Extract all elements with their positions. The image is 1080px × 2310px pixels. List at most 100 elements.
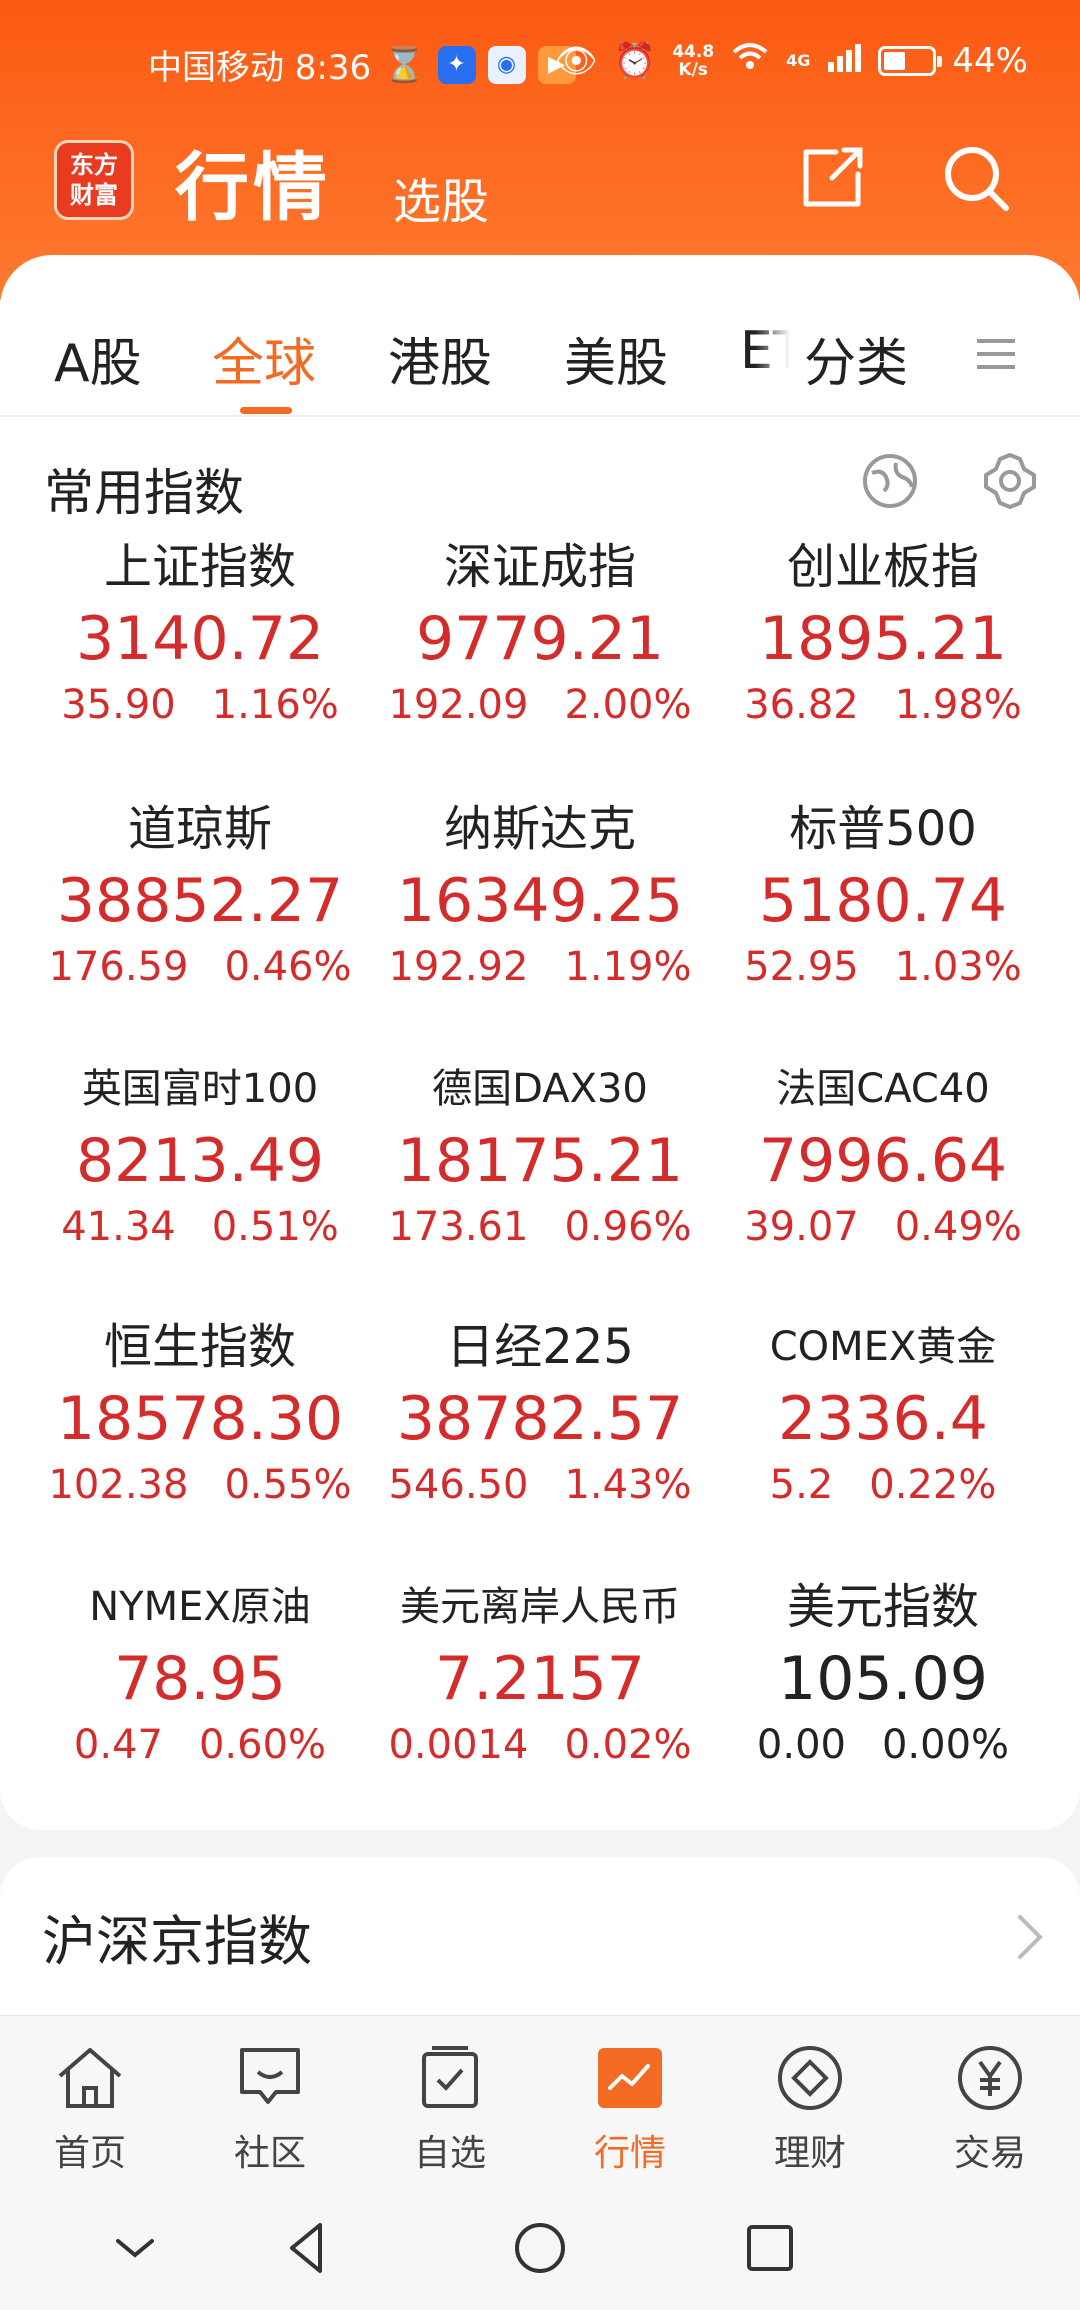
search-icon[interactable] [940, 142, 1012, 214]
back-icon[interactable] [272, 2213, 342, 2283]
index-cell[interactable]: NYMEX原油 78.95 0.47 0.60% [30, 1575, 370, 1815]
index-change: 35.90 [61, 682, 176, 728]
index-name: 英国富时100 [81, 1066, 319, 1112]
index-change-percent: 2.00% [564, 682, 692, 728]
index-cell[interactable]: 美元指数 105.09 0.00 0.00% [713, 1575, 1053, 1815]
index-change-row: 546.50 1.43% [370, 1459, 710, 1511]
index-change: 0.47 [73, 1722, 163, 1768]
index-price: 38782.57 [396, 1384, 684, 1454]
nav-home[interactable]: 首页 [0, 2038, 180, 2188]
index-price: 3140.72 [75, 604, 325, 674]
nav-community-label: 社区 [233, 2133, 306, 2174]
index-cell[interactable]: 上证指数 3140.72 35.90 1.16% [30, 535, 370, 775]
index-change: 176.59 [48, 944, 189, 990]
index-cell[interactable]: 日经225 38782.57 546.50 1.43% [370, 1315, 710, 1555]
index-cell[interactable]: COMEX黄金 2336.4 5.2 0.22% [713, 1315, 1053, 1555]
index-price: 8213.49 [75, 1126, 325, 1196]
index-price: 105.09 [778, 1644, 988, 1714]
watchlist-icon [422, 2046, 478, 2108]
nav-wealth[interactable]: 理财 [720, 2038, 900, 2188]
index-change-row: 36.82 1.98% [713, 679, 1053, 731]
index-change-row: 192.92 1.19% [370, 941, 710, 993]
hs-indices-section[interactable]: 沪深京指数 [0, 1857, 1080, 2017]
system-navigation-bar [0, 2193, 1080, 2310]
index-change-percent: 1.19% [564, 944, 692, 990]
index-cell[interactable]: 道琼斯 38852.27 176.59 0.46% [30, 797, 370, 1037]
tab-scroll-fade [755, 305, 805, 395]
status-bar: 中国移动 8:36 ⌛ ✦ ◉ ▶ 👁 ⏰ 44.8 K/s 4G 44% [0, 38, 1080, 89]
index-price: 18175.21 [396, 1126, 684, 1196]
index-change: 5.2 [769, 1462, 834, 1508]
globe-icon[interactable] [860, 451, 920, 511]
alarm-icon: ⏰ [613, 40, 657, 81]
index-price: 78.95 [114, 1644, 286, 1714]
index-change: 192.09 [388, 682, 529, 728]
index-name: 创业板指 [786, 539, 979, 595]
eye-icon: 👁 [554, 40, 598, 81]
index-cell[interactable]: 法国CAC40 7996.64 39.07 0.49% [713, 1057, 1053, 1297]
index-change-percent: 0.00% [881, 1722, 1010, 1768]
tab-a-shares[interactable]: A股 [54, 321, 142, 396]
tab-us-shares[interactable]: 美股 [564, 321, 668, 396]
nav-trade[interactable]: 交易 [900, 2038, 1080, 2188]
chevron-down-icon[interactable] [100, 2213, 170, 2283]
index-change-percent: 0.96% [564, 1204, 692, 1250]
index-cell[interactable]: 创业板指 1895.21 36.82 1.98% [713, 535, 1053, 775]
nav-community[interactable]: 社区 [180, 2038, 360, 2188]
menu-icon[interactable] [975, 333, 1017, 375]
index-cell[interactable]: 美元离岸人民币 7.2157 0.0014 0.02% [370, 1575, 710, 1815]
index-cell[interactable]: 纳斯达克 16349.25 192.92 1.19% [370, 797, 710, 1037]
index-name: 美元离岸人民币 [400, 1584, 680, 1630]
index-cell[interactable]: 深证成指 9779.21 192.09 2.00% [370, 535, 710, 775]
app-logo[interactable]: 东方 财富 [54, 140, 134, 220]
index-change-row: 0.00 0.00% [713, 1719, 1053, 1771]
index-name: 法国CAC40 [776, 1066, 990, 1112]
logo-line-2: 财富 [70, 181, 118, 209]
index-price: 2336.4 [778, 1384, 988, 1454]
chevron-right-icon [1018, 1915, 1043, 1959]
gear-icon[interactable] [980, 451, 1040, 511]
index-change-row: 176.59 0.46% [30, 941, 370, 993]
recents-icon[interactable] [735, 2213, 805, 2283]
index-price: 7996.64 [758, 1126, 1008, 1196]
section-title: 常用指数 [44, 464, 244, 522]
page-title[interactable]: 行情 [175, 128, 331, 235]
stock-picker-link[interactable]: 选股 [393, 162, 489, 232]
nav-home-label: 首页 [53, 2133, 126, 2174]
index-change: 546.50 [388, 1462, 529, 1508]
index-name: 德国DAX30 [432, 1066, 648, 1112]
active-tab-indicator [240, 407, 292, 414]
index-price: 9779.21 [415, 604, 665, 674]
tab-category[interactable]: 分类 [804, 321, 908, 396]
share-icon[interactable] [796, 142, 868, 214]
index-change-row: 39.07 0.49% [713, 1201, 1053, 1253]
tab-global[interactable]: 全球 [212, 321, 316, 396]
home-circle-icon[interactable] [505, 2213, 575, 2283]
index-change-row: 0.0014 0.02% [370, 1719, 710, 1771]
bottom-navigation: 首页 社区 自选 行情 理财 交易 [0, 2015, 1080, 2193]
index-change-percent: 1.16% [211, 682, 339, 728]
index-name: 日经225 [446, 1319, 634, 1375]
index-cell[interactable]: 标普500 5180.74 52.95 1.03% [713, 797, 1053, 1037]
home-icon [58, 2048, 122, 2108]
index-name: 道琼斯 [127, 801, 272, 857]
index-cell[interactable]: 恒生指数 18578.30 102.38 0.55% [30, 1315, 370, 1555]
tab-hk-shares[interactable]: 港股 [388, 321, 492, 396]
index-cell[interactable]: 英国富时100 8213.49 41.34 0.51% [30, 1057, 370, 1297]
nav-watchlist[interactable]: 自选 [360, 2038, 540, 2188]
index-change-percent: 1.03% [894, 944, 1022, 990]
index-price: 1895.21 [758, 604, 1008, 674]
nav-market[interactable]: 行情 [540, 2038, 720, 2188]
market-tabs: A股 全球 港股 美股 ET 分类 [0, 255, 1080, 417]
nav-watchlist-label: 自选 [413, 2133, 486, 2174]
index-change: 39.07 [744, 1204, 859, 1250]
index-change: 36.82 [744, 682, 859, 728]
app-notification-icon: ✦ [437, 45, 476, 84]
index-change-row: 192.09 2.00% [370, 679, 710, 731]
index-cell[interactable]: 德国DAX30 18175.21 173.61 0.96% [370, 1057, 710, 1297]
wifi-icon [730, 40, 770, 81]
index-name: 上证指数 [103, 539, 296, 595]
index-change-percent: 1.98% [894, 682, 1022, 728]
index-name: 美元指数 [786, 1579, 979, 1635]
signal-icon [826, 41, 862, 81]
